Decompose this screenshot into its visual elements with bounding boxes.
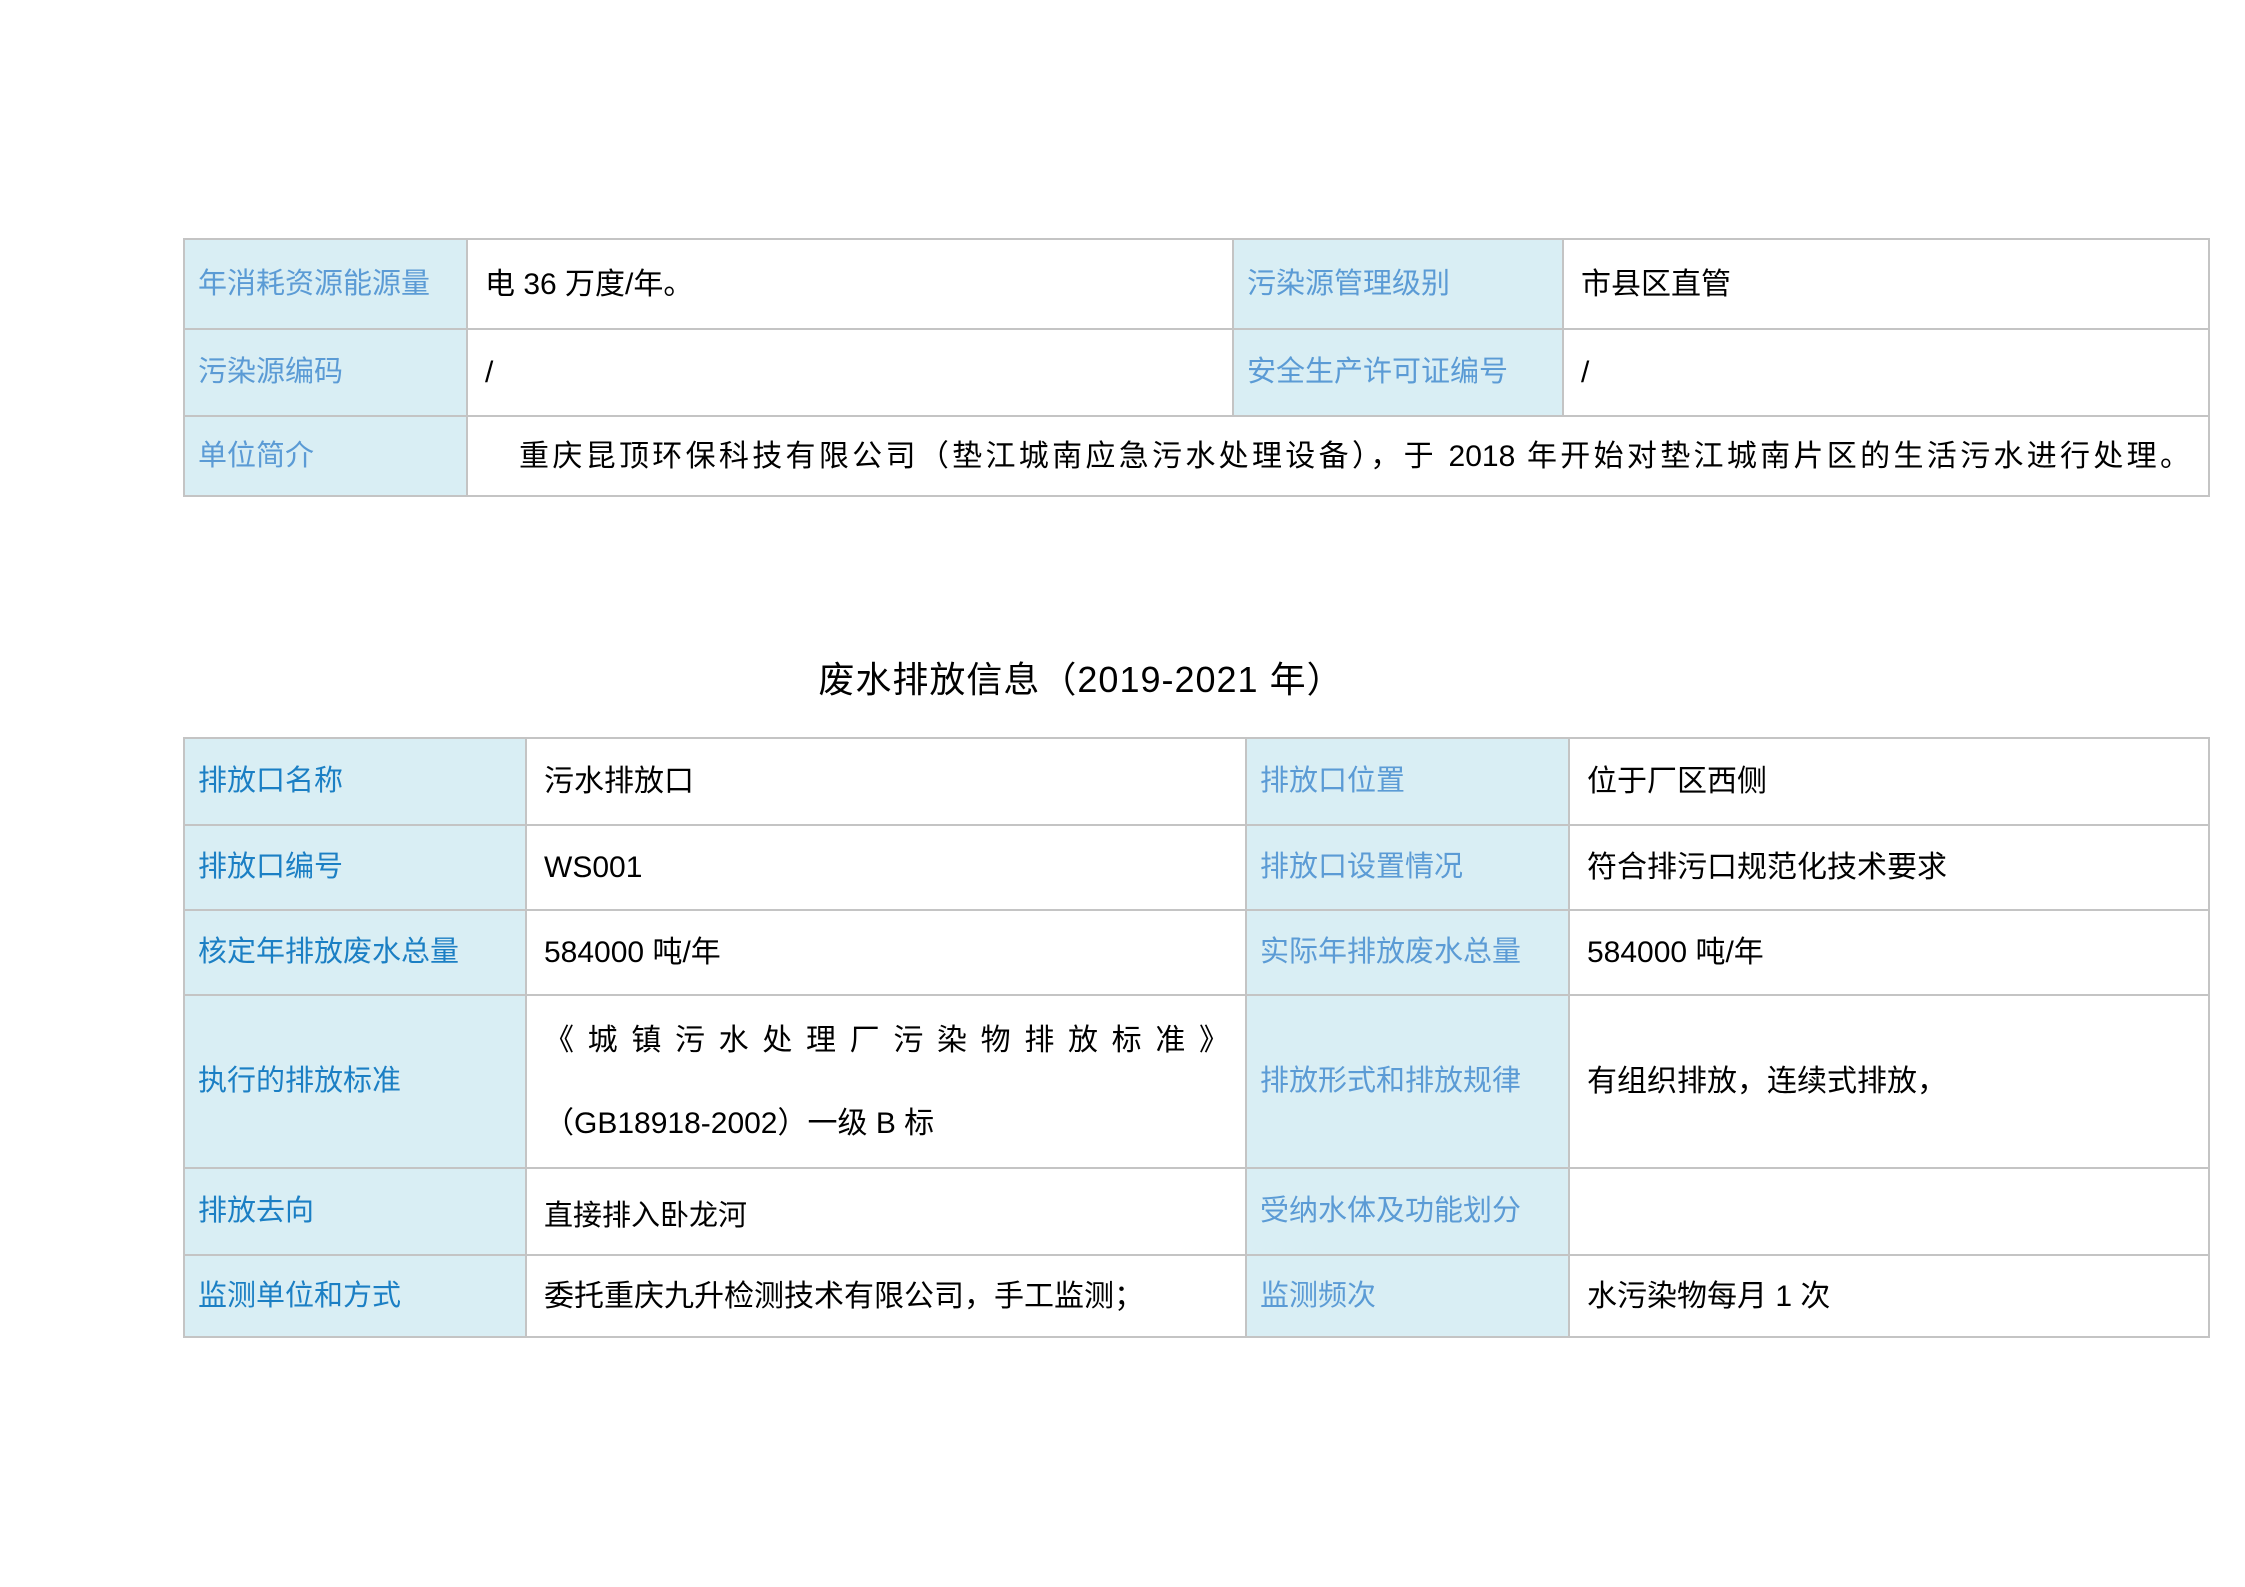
value-outlet-setup-status: 符合排污口规范化技术要求 [1569,825,2209,910]
label-outlet-setup-status: 排放口设置情况 [1246,825,1569,910]
label-pollution-source-code: 污染源编码 [184,329,467,416]
value-monitoring-frequency: 水污染物每月 1 次 [1569,1255,2209,1337]
label-monitoring-unit-method: 监测单位和方式 [184,1255,526,1337]
table-row: 监测单位和方式 委托重庆九升检测技术有限公司，手工监测； 监测频次 水污染物每月… [184,1255,2209,1337]
label-discharge-standard: 执行的排放标准 [184,995,526,1168]
value-outlet-name: 污水排放口 [526,738,1246,825]
table-row: 排放口名称 污水排放口 排放口位置 位于厂区西侧 [184,738,2209,825]
label-outlet-number: 排放口编号 [184,825,526,910]
table-row: 污染源编码 / 安全生产许可证编号 / [184,329,2209,416]
label-receiving-water-function: 受纳水体及功能划分 [1246,1168,1569,1255]
table-row: 排放去向 直接排入卧龙河 受纳水体及功能划分 [184,1168,2209,1255]
value-company-profile: 重庆昆顶环保科技有限公司（垫江城南应急污水处理设备），于 2018 年开始对垫江… [467,416,2209,496]
label-discharge-form-pattern: 排放形式和排放规律 [1246,995,1569,1168]
value-pollution-source-code: / [467,329,1233,416]
label-company-profile: 单位简介 [184,416,467,496]
section-title-wastewater-discharge-info: 废水排放信息（2019-2021 年） [0,655,2162,705]
label-approved-annual-wastewater: 核定年排放废水总量 [184,910,526,995]
table-row: 年消耗资源能源量 电 36 万度/年。 污染源管理级别 市县区直管 [184,239,2209,329]
value-annual-resource-energy-consumption: 电 36 万度/年。 [467,239,1233,329]
value-actual-annual-wastewater: 584000 吨/年 [1569,910,2209,995]
label-actual-annual-wastewater: 实际年排放废水总量 [1246,910,1569,995]
value-receiving-water-function [1569,1168,2209,1255]
table-row: 执行的排放标准 《城镇污水处理厂污染物排放标准》 （GB18918-2002）一… [184,995,2209,1168]
discharge-standard-line2: （GB18918-2002）一级 B 标 [544,1104,1233,1143]
value-approved-annual-wastewater: 584000 吨/年 [526,910,1246,995]
value-discharge-standard: 《城镇污水处理厂污染物排放标准》 （GB18918-2002）一级 B 标 [526,995,1246,1168]
value-discharge-form-pattern: 有组织排放，连续式排放， [1569,995,2209,1168]
label-outlet-name: 排放口名称 [184,738,526,825]
table-row: 核定年排放废水总量 584000 吨/年 实际年排放废水总量 584000 吨/… [184,910,2209,995]
facility-info-table: 年消耗资源能源量 电 36 万度/年。 污染源管理级别 市县区直管 污染源编码 … [183,238,2210,497]
label-monitoring-frequency: 监测频次 [1246,1255,1569,1337]
label-pollution-source-management-level: 污染源管理级别 [1233,239,1563,329]
label-outlet-location: 排放口位置 [1246,738,1569,825]
value-outlet-number: WS001 [526,825,1246,910]
value-monitoring-unit-method: 委托重庆九升检测技术有限公司，手工监测； [526,1255,1246,1337]
discharge-standard-line1: 《城镇污水处理厂污染物排放标准》 [544,1021,1229,1060]
value-pollution-source-management-level: 市县区直管 [1563,239,2209,329]
table-row: 单位简介 重庆昆顶环保科技有限公司（垫江城南应急污水处理设备），于 2018 年… [184,416,2209,496]
value-outlet-location: 位于厂区西侧 [1569,738,2209,825]
label-annual-resource-energy-consumption: 年消耗资源能源量 [184,239,467,329]
value-safety-production-license-no: / [1563,329,2209,416]
label-discharge-destination: 排放去向 [184,1168,526,1255]
value-discharge-destination: 直接排入卧龙河 [526,1168,1246,1255]
company-profile-text: 重庆昆顶环保科技有限公司（垫江城南应急污水处理设备），于 2018 年开始对垫江… [485,437,2196,476]
document-page: 年消耗资源能源量 电 36 万度/年。 污染源管理级别 市县区直管 污染源编码 … [0,0,2245,1587]
table-row: 排放口编号 WS001 排放口设置情况 符合排污口规范化技术要求 [184,825,2209,910]
wastewater-discharge-table: 排放口名称 污水排放口 排放口位置 位于厂区西侧 排放口编号 WS001 排放口… [183,737,2210,1338]
label-safety-production-license-no: 安全生产许可证编号 [1233,329,1563,416]
